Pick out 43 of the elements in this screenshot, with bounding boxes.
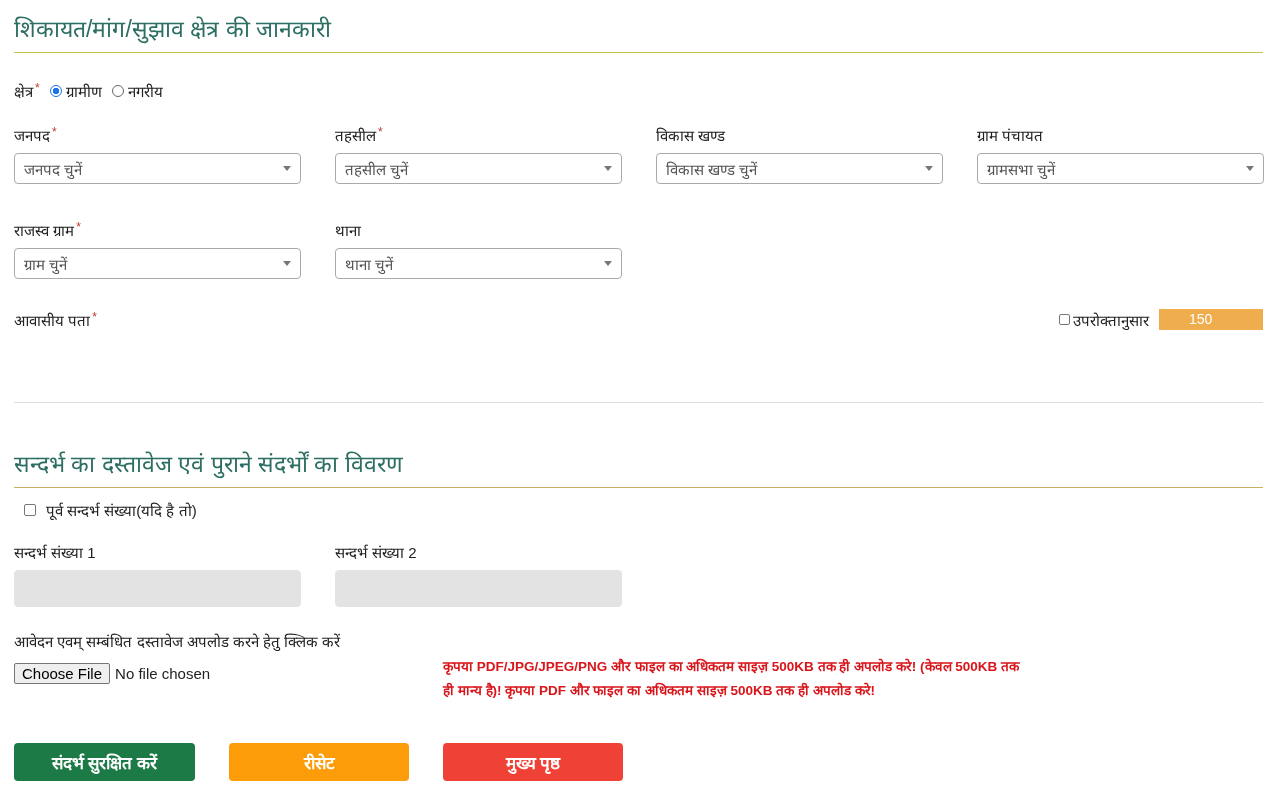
caret-icon — [283, 166, 291, 171]
field-label: ग्राम पंचायत — [977, 126, 1044, 145]
field-label: तहसील — [335, 126, 376, 145]
field-label: थाना — [335, 221, 361, 240]
dropdown[interactable]: विकास खण्ड चुनें — [656, 153, 943, 184]
radio-label[interactable]: नगरीय — [127, 81, 163, 101]
required-mark: * — [378, 125, 383, 141]
caret-icon — [604, 166, 612, 171]
dropdown[interactable]: थाना चुनें — [335, 248, 622, 279]
field-label: जनपद — [14, 126, 50, 145]
home-button[interactable]: मुख्य पृष्ठ — [443, 743, 623, 781]
field-label: सन्दर्भ संख्या 1 — [14, 543, 96, 562]
file-status: No file chosen — [115, 665, 211, 682]
checkbox-label[interactable]: पूर्व सन्दर्भ संख्या(यदि है तो) — [46, 500, 197, 520]
field-label: विकास खण्ड — [656, 126, 726, 145]
required-mark: * — [76, 220, 81, 236]
section-heading: सन्दर्भ का दस्तावेज एवं पुराने संदर्भों का विवरण — [14, 403, 1263, 488]
dropdown[interactable]: जनपद चुनें — [14, 153, 301, 184]
checkbox-label[interactable]: उपरोक्तानुसार — [1073, 309, 1149, 330]
checkbox[interactable] — [24, 504, 36, 516]
section-heading: शिकायत/मांग/सुझाव क्षेत्र की जानकारी — [14, 0, 1263, 53]
field-label: आवासीय पता — [14, 310, 91, 330]
save-button[interactable]: संदर्भ सुरक्षित करें — [14, 743, 195, 781]
required-mark: * — [52, 125, 57, 141]
dropdown[interactable]: तहसील चुनें — [335, 153, 622, 184]
radio-label[interactable]: ग्रामीण — [65, 81, 102, 101]
choose-file-button[interactable]: Choose File — [14, 663, 111, 684]
caret-icon — [283, 261, 291, 266]
field-label: क्षेत्र — [14, 82, 33, 101]
caret-icon — [925, 166, 933, 171]
checkbox[interactable] — [1059, 314, 1070, 325]
field-label: सन्दर्भ संख्या 2 — [335, 543, 417, 562]
required-mark: * — [92, 309, 97, 326]
dropdown[interactable]: ग्राम चुनें — [14, 248, 301, 279]
radio-button[interactable] — [49, 85, 62, 97]
required-mark: * — [35, 81, 40, 97]
upload-label: आवेदन एवम् सम्बंधित दस्तावेज अपलोड करने हेतु क्लिक करें — [14, 632, 342, 651]
upload-note: कृपया PDF/JPG/JPEG/PNG और फाइल का अधिकतम साइज़ 500KB तक ही अपलोड करे! (केवल 500KB तक ही मान्य है)! कृपया PDF और फाइल का अधिकतम साइज़ 500KB तक ही अपलोड करे! — [443, 657, 1021, 701]
dropdown[interactable]: ग्रामसभा चुनें — [977, 153, 1264, 184]
caret-icon — [604, 261, 612, 266]
character-counter: 150 — [1159, 309, 1263, 330]
field-label: राजस्व ग्राम — [14, 221, 75, 240]
caret-icon — [1246, 166, 1254, 171]
